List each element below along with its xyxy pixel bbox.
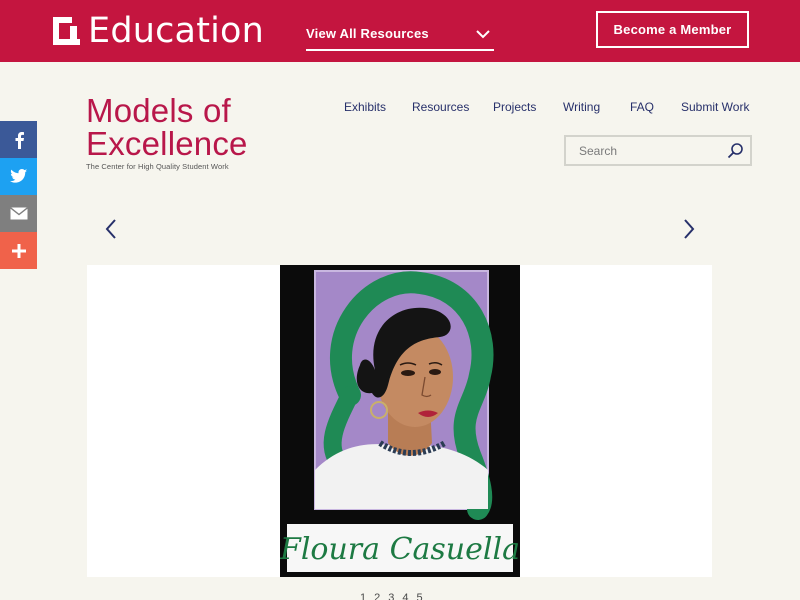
nav-submit-work[interactable]: Submit Work (681, 100, 749, 114)
carousel-next-button[interactable] (676, 217, 700, 241)
search-icon[interactable] (727, 142, 744, 164)
facebook-icon (15, 131, 24, 149)
twitter-share-button[interactable] (0, 158, 37, 195)
nav-projects[interactable]: Projects (493, 100, 536, 114)
search-box (564, 135, 752, 166)
logo-line-2: Excellence (86, 125, 248, 162)
artwork-caption: Floura Casuella (280, 532, 520, 567)
carousel-pagination: 1 2 3 4 5 (360, 593, 423, 600)
social-share-rail (0, 121, 37, 269)
view-all-resources-label: View All Resources (306, 26, 429, 41)
carousel-page-4[interactable]: 4 (402, 593, 408, 600)
logo-tagline: The Center for High Quality Student Work (86, 162, 229, 171)
view-all-resources-dropdown[interactable]: View All Resources (306, 18, 494, 51)
student-artwork-image[interactable]: Floura Casuella (279, 265, 520, 577)
chevron-left-icon (105, 219, 116, 239)
nav-writing[interactable]: Writing (563, 100, 600, 114)
more-share-button[interactable] (0, 232, 37, 269)
email-share-button[interactable] (0, 195, 37, 232)
el-logo-mark (50, 15, 82, 47)
nav-exhibits[interactable]: Exhibits (344, 100, 386, 114)
chevron-down-icon (476, 26, 490, 44)
carousel-slide: Floura Casuella (87, 265, 712, 577)
carousel-page-5[interactable]: 5 (417, 593, 423, 600)
top-bar: Education View All Resources Become a Me… (0, 0, 800, 62)
twitter-icon (9, 169, 27, 183)
become-member-button[interactable]: Become a Member (596, 11, 749, 48)
email-icon (9, 207, 28, 220)
brand-word: Education (88, 11, 265, 51)
chevron-right-icon (684, 219, 695, 239)
plus-icon (11, 243, 26, 258)
main-nav: Exhibits Resources Projects Writing FAQ … (330, 100, 760, 116)
carousel-prev-button[interactable] (100, 217, 124, 241)
carousel-page-1[interactable]: 1 (360, 593, 366, 600)
search-input[interactable] (579, 142, 719, 160)
carousel-page-2[interactable]: 2 (374, 593, 380, 600)
carousel-page-3[interactable]: 3 (388, 593, 394, 600)
el-education-logo[interactable]: Education (50, 13, 264, 49)
nav-faq[interactable]: FAQ (630, 100, 654, 114)
logo-line-1: Models of (86, 92, 231, 129)
facebook-share-button[interactable] (0, 121, 37, 158)
nav-resources[interactable]: Resources (412, 100, 469, 114)
models-of-excellence-logo[interactable]: Models of Excellence The Center for High… (86, 94, 266, 171)
